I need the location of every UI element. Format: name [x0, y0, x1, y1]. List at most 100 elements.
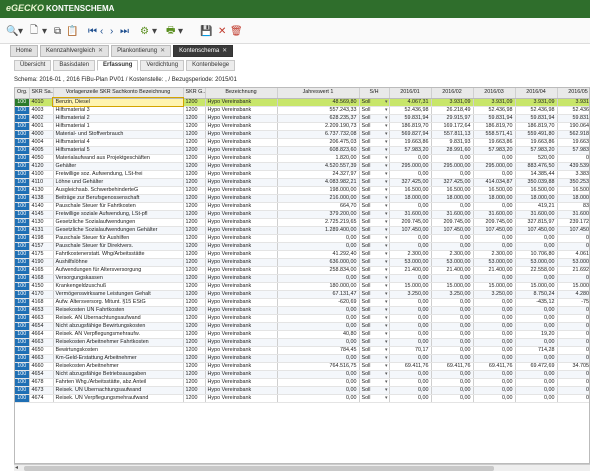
- value-cell[interactable]: 28.991,60: [431, 146, 474, 155]
- debit-credit-select[interactable]: Soll: [359, 258, 390, 267]
- value-cell[interactable]: 0,00: [277, 394, 360, 403]
- account-name-cell[interactable]: Reisekosten Arbeitnehmer: [53, 362, 184, 371]
- value-cell[interactable]: 0,00: [557, 394, 589, 403]
- table-row[interactable]: 100 4175 Fahrtkostenerstatt. Whg/Arbeitsst…: [15, 250, 589, 259]
- column-header[interactable]: 2016/05: [557, 88, 589, 99]
- value-cell[interactable]: 52.436,98: [557, 106, 589, 115]
- value-cell[interactable]: 558.571,41: [473, 130, 516, 139]
- debit-credit-select[interactable]: Soll: [359, 370, 390, 379]
- value-cell[interactable]: 0,00: [431, 322, 474, 331]
- table-cell[interactable]: 4130: [29, 186, 54, 195]
- table-row[interactable]: 100 4663 Reisek. AN Übernachtungsaufwand 12…: [15, 314, 589, 323]
- account-name-cell[interactable]: Reisek. UN Übernachtungsaufwand: [53, 386, 184, 395]
- table-cell[interactable]: Hypo Vereinsbank: [205, 114, 278, 123]
- table-cell[interactable]: 4004: [29, 138, 54, 147]
- value-cell[interactable]: 15.000,00: [389, 282, 432, 291]
- value-cell[interactable]: 19.663,86: [515, 138, 558, 147]
- column-header[interactable]: 2016/03: [473, 88, 516, 99]
- value-cell[interactable]: 52.436,98: [473, 106, 516, 115]
- value-cell[interactable]: 4.083.982,21: [277, 178, 360, 187]
- table-cell[interactable]: 1200: [183, 114, 206, 123]
- table-row[interactable]: 100 4654 Nicht abzugsfähige Betriebsausgab…: [15, 370, 589, 379]
- close-icon[interactable]: ✕: [218, 24, 226, 38]
- value-cell[interactable]: 6.737.732,08: [277, 130, 360, 139]
- table-cell[interactable]: Hypo Vereinsbank: [205, 194, 278, 203]
- table-cell[interactable]: 1200: [183, 178, 206, 187]
- table-row[interactable]: 100 4664 Reisek. AN Verpflegungsmehraufw. 1…: [15, 330, 589, 339]
- value-cell[interactable]: 0,00: [389, 322, 432, 331]
- value-cell[interactable]: 3.250,00: [389, 290, 432, 299]
- org-cell[interactable]: 100: [15, 194, 30, 203]
- value-cell[interactable]: 169.172,64: [431, 122, 474, 131]
- value-cell[interactable]: 295.000,00: [389, 162, 432, 171]
- value-cell[interactable]: 0,00: [277, 234, 360, 243]
- value-cell[interactable]: 52.436,98: [515, 106, 558, 115]
- value-cell[interactable]: 628.235,37: [277, 114, 360, 123]
- debit-credit-select[interactable]: Soll: [359, 290, 390, 299]
- value-cell[interactable]: 0,00: [389, 386, 432, 395]
- dropdown-icon[interactable]: ▾: [178, 24, 183, 38]
- table-cell[interactable]: 4663: [29, 338, 54, 347]
- table-cell[interactable]: 4190: [29, 258, 54, 267]
- column-header[interactable]: SKR G...: [183, 88, 206, 99]
- account-name-cell[interactable]: Hilfsmaterial 1: [53, 122, 184, 131]
- value-cell[interactable]: 4.067,31: [389, 98, 432, 107]
- value-cell[interactable]: 3.250,00: [473, 290, 516, 299]
- table-row[interactable]: 100 4005 Hilfsmaterial 5 1200 Hypo Vereinsba…: [15, 146, 589, 155]
- table-cell[interactable]: Hypo Vereinsbank: [205, 242, 278, 251]
- value-cell[interactable]: 3.931,09: [431, 98, 474, 107]
- table-cell[interactable]: Hypo Vereinsbank: [205, 274, 278, 283]
- table-cell[interactable]: 4157: [29, 242, 54, 251]
- table-cell[interactable]: 4664: [29, 330, 54, 339]
- value-cell[interactable]: 52.436,98: [389, 106, 432, 115]
- table-cell[interactable]: 1200: [183, 370, 206, 379]
- value-cell[interactable]: 0,00: [389, 274, 432, 283]
- org-cell[interactable]: 100: [15, 386, 30, 395]
- account-name-cell[interactable]: Benzin, Diesel: [52, 97, 184, 107]
- debit-credit-select[interactable]: Soll: [359, 154, 390, 163]
- value-cell[interactable]: 562.918,79: [557, 130, 589, 139]
- value-cell[interactable]: 0,00: [473, 394, 516, 403]
- value-cell[interactable]: 107.450,00: [557, 226, 589, 235]
- table-row[interactable]: 100 4190 Aushilfslöhne 1200 Hypo Vereinsbank…: [15, 258, 589, 267]
- org-cell[interactable]: 100: [15, 242, 30, 251]
- value-cell[interactable]: 0,00: [515, 242, 558, 251]
- table-cell[interactable]: 1200: [183, 106, 206, 115]
- value-cell[interactable]: 0,00: [557, 354, 589, 363]
- table-cell[interactable]: Hypo Vereinsbank: [205, 346, 278, 355]
- table-cell[interactable]: 1200: [183, 154, 206, 163]
- value-cell[interactable]: 0,00: [515, 322, 558, 331]
- table-cell[interactable]: 1200: [183, 354, 206, 363]
- value-cell[interactable]: 180.000,00: [277, 282, 360, 291]
- column-header[interactable]: 2016/01: [389, 88, 432, 99]
- value-cell[interactable]: 70,17: [389, 346, 432, 355]
- table-cell[interactable]: Hypo Vereinsbank: [205, 378, 278, 387]
- value-cell[interactable]: 69.411,76: [431, 362, 474, 371]
- table-cell[interactable]: Hypo Vereinsbank: [205, 146, 278, 155]
- value-cell[interactable]: 69.411,76: [473, 362, 516, 371]
- value-cell[interactable]: 16.500,00: [515, 186, 558, 195]
- debit-credit-select[interactable]: Soll: [359, 202, 390, 211]
- table-cell[interactable]: 4660: [29, 362, 54, 371]
- account-name-cell[interactable]: Reisek. AN Übernachtungsaufwand: [53, 314, 184, 323]
- value-cell[interactable]: 186.819,70: [473, 122, 516, 131]
- account-name-cell[interactable]: Reisekosten Arbeitnehmer Fahrtkosten: [53, 338, 184, 347]
- value-cell[interactable]: 15.000,00: [557, 282, 589, 291]
- value-cell[interactable]: 2.300,00: [389, 250, 432, 259]
- table-cell[interactable]: Hypo Vereinsbank: [205, 282, 278, 291]
- table-cell[interactable]: Hypo Vereinsbank: [205, 266, 278, 275]
- tab-kennzahlvergleich[interactable]: Kennzahlvergleich ✕: [40, 45, 110, 57]
- table-cell[interactable]: Hypo Vereinsbank: [205, 322, 278, 331]
- org-cell[interactable]: 100: [15, 330, 30, 339]
- table-cell[interactable]: 1200: [183, 162, 206, 171]
- table-cell[interactable]: 1200: [183, 322, 206, 331]
- org-cell[interactable]: 100: [15, 178, 30, 187]
- value-cell[interactable]: 0,00: [515, 338, 558, 347]
- table-row[interactable]: 100 4120 Gehälter 1200 Hypo Vereinsbank 4.520…: [15, 162, 589, 171]
- value-cell[interactable]: 520,00: [515, 154, 558, 163]
- value-cell[interactable]: 569.827,94: [389, 130, 432, 139]
- table-cell[interactable]: 4005: [29, 146, 54, 155]
- table-cell[interactable]: 1200: [183, 122, 206, 131]
- copy-icon[interactable]: ⧉: [54, 24, 61, 38]
- org-cell[interactable]: 100: [15, 130, 30, 139]
